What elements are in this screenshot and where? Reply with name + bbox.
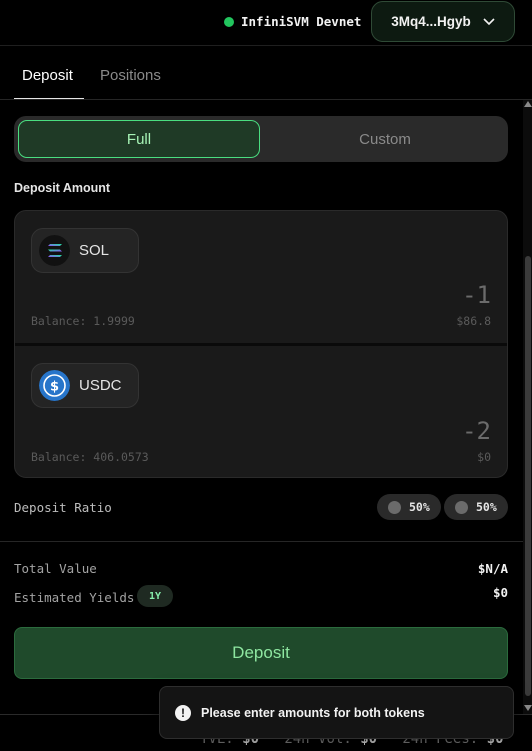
mode-full-button[interactable]: Full — [18, 120, 260, 158]
sol-usd-value: $86.8 — [456, 314, 491, 328]
total-value: $N/A — [477, 561, 508, 576]
scrollbar-thumb[interactable] — [525, 256, 531, 696]
ratio-value: 50% — [476, 500, 497, 514]
ratio-badge-usdc: 50% — [444, 494, 508, 520]
deposit-button[interactable]: Deposit — [14, 627, 508, 679]
token-dot-icon — [455, 500, 468, 514]
token-symbol: SOL — [79, 242, 110, 259]
tab-positions[interactable]: Positions — [100, 67, 161, 84]
network-indicator: InfiniSVM Devnet — [224, 14, 361, 29]
wallet-button[interactable]: 3Mq4...Hgyb — [371, 1, 515, 42]
token-symbol: USDC — [79, 377, 122, 394]
estimated-yields-label: Estimated Yields — [14, 590, 135, 605]
sol-amount-input[interactable]: -1 — [462, 281, 491, 309]
token-dot-icon — [388, 500, 401, 514]
card-divider — [15, 343, 507, 346]
solana-icon — [39, 235, 70, 266]
scroll-down-arrow-icon[interactable] — [524, 705, 532, 711]
ratio-badge-sol: 50% — [377, 494, 441, 520]
network-status-dot — [224, 16, 234, 27]
token-select-sol[interactable]: SOL — [31, 228, 139, 273]
scroll-up-arrow-icon[interactable] — [524, 101, 532, 107]
network-label: InfiniSVM Devnet — [241, 14, 362, 29]
deposit-amount-title: Deposit Amount — [14, 181, 111, 195]
deposit-ratio-label: Deposit Ratio — [14, 500, 112, 515]
wallet-address: 3Mq4...Hgyb — [391, 14, 471, 29]
svg-text:$: $ — [50, 380, 59, 395]
mode-custom-button[interactable]: Custom — [266, 120, 504, 158]
ratio-value: 50% — [409, 500, 430, 514]
alert-icon: ! — [175, 704, 191, 721]
estimated-yields-value: $0 — [492, 585, 508, 600]
usdc-icon: $ — [39, 370, 70, 401]
tab-deposit[interactable]: Deposit — [22, 67, 73, 84]
usdc-balance: Balance: 406.0573 — [31, 450, 149, 464]
tab-bar: Deposit Positions — [0, 47, 532, 100]
usdc-amount-input[interactable]: -2 — [462, 417, 491, 445]
toast-message: Please enter amounts for both tokens — [201, 705, 425, 720]
token-select-usdc[interactable]: $ USDC — [31, 363, 139, 408]
usdc-usd-value: $0 — [477, 450, 491, 464]
yields-period-badge[interactable]: 1Y — [137, 585, 173, 607]
tab-divider — [0, 99, 532, 100]
deposit-token-cards: SOL -1 Balance: 1.9999 $86.8 $ USDC -2 B… — [14, 210, 508, 478]
deposit-mode-toggle: Full Custom — [14, 116, 508, 162]
error-toast: ! Please enter amounts for both tokens — [159, 686, 514, 739]
top-bar: InfiniSVM Devnet 3Mq4...Hgyb — [0, 0, 532, 46]
total-value-label: Total Value — [14, 561, 97, 576]
chevron-down-icon — [483, 17, 495, 25]
sol-balance: Balance: 1.9999 — [31, 314, 135, 328]
section-divider — [0, 541, 523, 542]
